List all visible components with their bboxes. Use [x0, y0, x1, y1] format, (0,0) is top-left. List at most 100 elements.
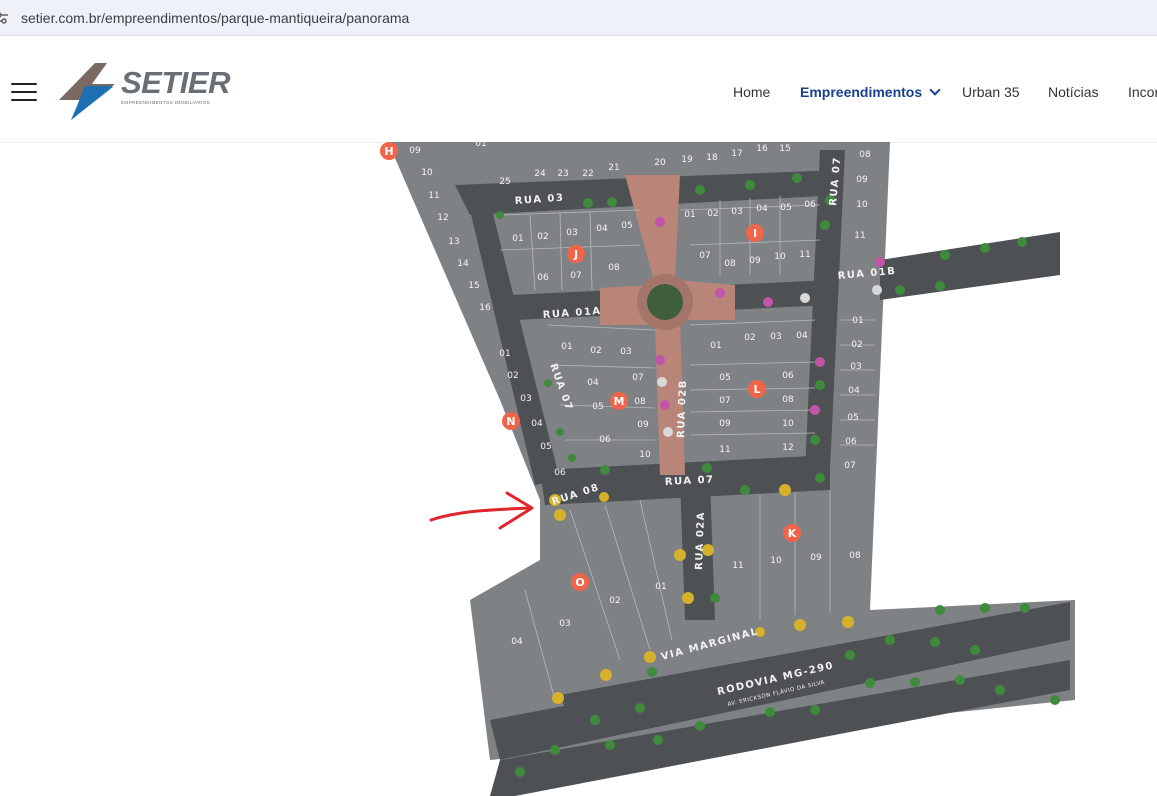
block-label-l: L [753, 383, 760, 396]
lot-l-05: 05 [719, 373, 730, 383]
lot-m-09: 09 [637, 420, 649, 430]
lot-rt-10: 10 [856, 200, 868, 210]
lot-l-10: 10 [782, 419, 794, 429]
lot-top-24: 24 [534, 169, 546, 179]
lot-m-02: 02 [590, 346, 601, 356]
lot-k-11: 11 [732, 561, 743, 571]
lot-top-22: 22 [582, 169, 593, 179]
lot-h-10: 10 [421, 168, 433, 178]
nav-noticias[interactable]: Notícias [1048, 84, 1099, 100]
lot-rt-09: 09 [856, 175, 868, 185]
block-marker-l[interactable]: L [748, 380, 766, 398]
lot-rc-03: 03 [850, 362, 861, 372]
street-rua-02a: RUA 02A [694, 511, 707, 570]
lot-j-07: 07 [570, 271, 581, 281]
setier-logo[interactable]: SETIER Empreendimentos Imobiliários [55, 60, 230, 124]
lot-h-09: 09 [409, 146, 421, 156]
lot-l-11: 11 [719, 445, 730, 455]
lot-n-03: 03 [520, 394, 531, 404]
block-marker-h[interactable]: H [380, 142, 398, 160]
lot-h-12: 12 [437, 213, 448, 223]
lot-top-17: 17 [731, 149, 742, 159]
lot-m-05: 05 [592, 402, 603, 412]
nav-incorporacoes[interactable]: Incor [1128, 84, 1157, 100]
lot-l-06: 06 [782, 371, 794, 381]
block-marker-i[interactable]: I [746, 224, 764, 242]
lot-i-11: 11 [799, 250, 810, 260]
block-label-k: K [788, 527, 797, 540]
block-label-j: J [573, 248, 578, 261]
lot-h-15: 15 [468, 281, 479, 291]
browser-url-bar[interactable]: setier.com.br/empreendimentos/parque-man… [0, 0, 1157, 36]
site-settings-icon[interactable] [0, 11, 8, 25]
block-label-m: M [614, 395, 625, 408]
setier-logo-mark-icon [59, 63, 115, 120]
lot-i-01: 01 [684, 210, 695, 220]
lot-rc-02: 02 [851, 340, 862, 350]
nav-home[interactable]: Home [733, 84, 770, 100]
lot-j-01: 01 [512, 234, 523, 244]
block-label-n: N [506, 415, 515, 428]
lot-m-01: 01 [561, 342, 572, 352]
lot-n-02: 02 [507, 371, 518, 381]
lot-i-10: 10 [774, 252, 786, 262]
lot-k-08: 08 [849, 551, 861, 561]
lot-l-08: 08 [782, 395, 794, 405]
lot-top-23: 23 [557, 169, 568, 179]
logo-text: SETIER [121, 65, 230, 100]
lot-top-20: 20 [654, 158, 666, 168]
lot-k-10: 10 [770, 556, 782, 566]
lot-j-06: 06 [537, 273, 549, 283]
lot-j-04: 04 [596, 224, 608, 234]
lot-top-19: 19 [681, 155, 693, 165]
lot-top-16: 16 [756, 144, 768, 154]
lot-top-01: 01 [475, 142, 486, 149]
hamburger-menu-icon[interactable] [11, 83, 37, 102]
block-marker-m[interactable]: M [610, 392, 628, 410]
lot-rt-11: 11 [854, 231, 865, 241]
lot-n-06: 06 [554, 468, 566, 478]
lot-i-07: 07 [699, 251, 710, 261]
lot-i-09: 09 [749, 256, 761, 266]
lot-rc-01: 01 [852, 316, 863, 326]
logo-tagline: Empreendimentos Imobiliários [121, 100, 211, 105]
block-marker-k[interactable]: K [783, 524, 801, 542]
lot-m-10: 10 [639, 450, 651, 460]
lot-rc-06: 06 [845, 437, 857, 447]
lot-i-08: 08 [724, 259, 736, 269]
nav-empreendimentos-label: Empreendimentos [800, 84, 923, 100]
lot-h-11: 11 [428, 191, 439, 201]
lot-top-25: 25 [499, 177, 510, 187]
lot-top-15: 15 [779, 144, 790, 154]
lot-h-14: 14 [457, 259, 469, 269]
lot-l-07: 07 [719, 396, 730, 406]
nav-empreendimentos[interactable]: Empreendimentos [800, 84, 941, 100]
site-plan-map[interactable]: 01 25 24 23 22 21 20 19 18 17 16 15 09 1… [0, 142, 1157, 796]
nav-urban35[interactable]: Urban 35 [962, 84, 1020, 100]
lot-i-06: 06 [804, 200, 816, 210]
lot-m-03: 03 [620, 347, 631, 357]
lot-l-09: 09 [719, 419, 731, 429]
lot-j-02: 02 [537, 232, 548, 242]
block-label-o: O [575, 576, 584, 589]
lot-l-04: 04 [796, 331, 808, 341]
street-rua-02b: RUA 02B [676, 379, 689, 438]
lot-rc-07: 07 [844, 461, 855, 471]
lot-n-01: 01 [499, 349, 510, 359]
block-marker-o[interactable]: O [571, 573, 589, 591]
red-arrow-annotation [429, 491, 534, 530]
lot-i-05: 05 [780, 203, 791, 213]
lot-h-13: 13 [448, 237, 459, 247]
lot-h-16: 16 [479, 303, 491, 313]
lot-j-03: 03 [566, 228, 577, 238]
lot-rc-05: 05 [847, 413, 858, 423]
lot-n-04: 04 [531, 419, 543, 429]
block-marker-j[interactable]: J [567, 245, 585, 263]
lot-m-07: 07 [632, 373, 643, 383]
site-plan-svg: 01 25 24 23 22 21 20 19 18 17 16 15 09 1… [380, 142, 1075, 796]
lot-top-18: 18 [706, 153, 718, 163]
lot-j-08: 08 [608, 263, 620, 273]
url-text[interactable]: setier.com.br/empreendimentos/parque-man… [21, 10, 409, 26]
block-marker-n[interactable]: N [502, 412, 520, 430]
lot-i-02: 02 [707, 209, 718, 219]
